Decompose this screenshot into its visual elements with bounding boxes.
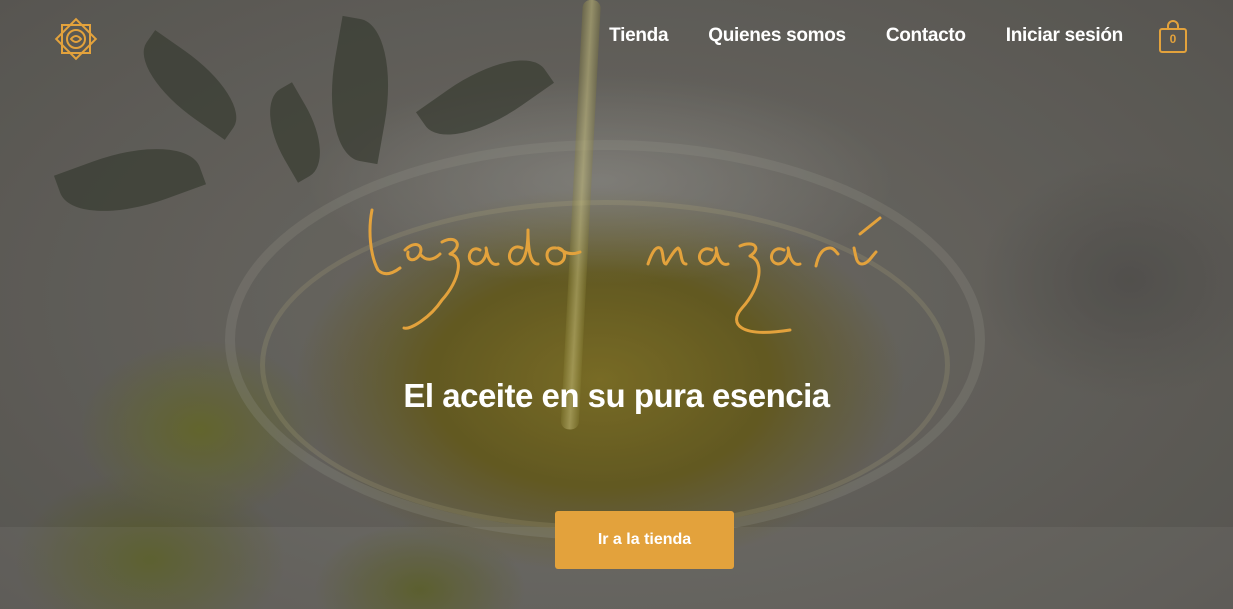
nav-link-contacto[interactable]: Contacto bbox=[886, 25, 966, 47]
cart-button[interactable]: 0 bbox=[1158, 20, 1188, 54]
hero-tagline: El aceite en su pura esencia bbox=[403, 377, 830, 414]
cart-count: 0 bbox=[1169, 32, 1177, 46]
ornamental-star-logo-icon[interactable] bbox=[50, 12, 102, 66]
site-header: Tienda Quienes somos Contacto Iniciar se… bbox=[0, 0, 1233, 76]
nav-link-quienes-somos[interactable]: Quienes somos bbox=[708, 25, 846, 47]
nav-link-iniciar-sesion[interactable]: Iniciar sesión bbox=[1006, 25, 1124, 47]
go-to-shop-button[interactable]: Ir a la tienda bbox=[555, 511, 734, 569]
nav-link-tienda[interactable]: Tienda bbox=[609, 25, 668, 47]
brand-script-logo bbox=[368, 208, 882, 334]
main-nav: Tienda Quienes somos Contacto Iniciar se… bbox=[609, 25, 1123, 47]
